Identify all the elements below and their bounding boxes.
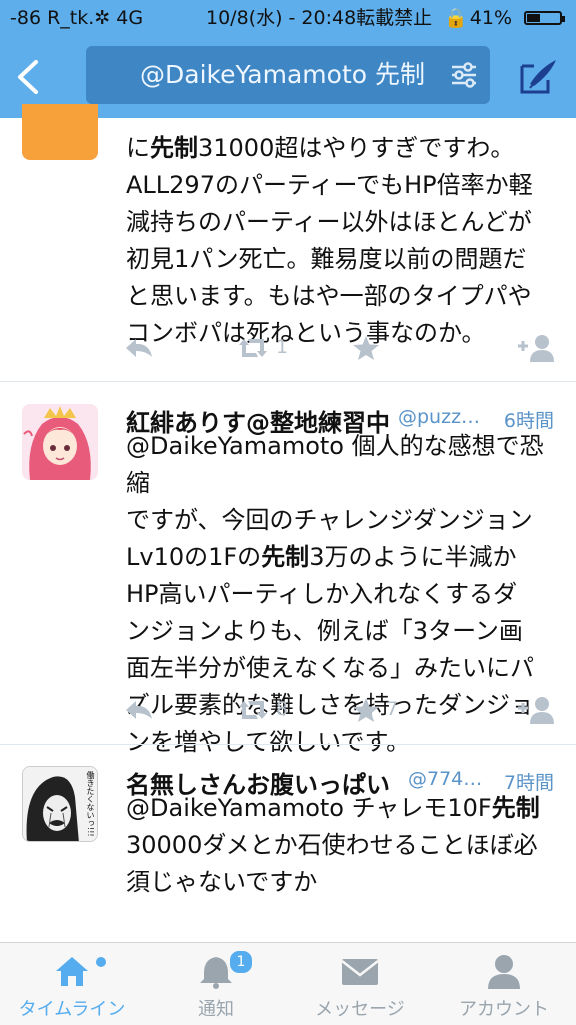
author-handle[interactable]: @puzz…	[398, 406, 480, 428]
tab-timeline[interactable]: タイムライン	[0, 943, 144, 1025]
battery-percent: 41%	[469, 7, 512, 29]
tweet-line: 30000ダメとか石使わせることほぼ必	[126, 831, 538, 859]
avatar[interactable]	[22, 104, 98, 160]
tab-account[interactable]: アカウント	[432, 943, 576, 1025]
reply-icon[interactable]	[124, 692, 154, 726]
tweet-line: ンを増やして欲しいです。	[126, 728, 411, 756]
tweet-actions: 1	[0, 330, 576, 364]
retweet-button[interactable]: 1	[236, 330, 288, 364]
envelope-icon	[341, 959, 379, 985]
tweet-line: 須じゃないですか	[126, 868, 318, 896]
lock-icon: 🔒	[444, 7, 468, 29]
home-icon	[56, 957, 88, 986]
tweet-line: 面左半分が使えなくなる」みたいにパ	[126, 654, 534, 682]
tweet-line: ンジョンよりも、例えば「3ターン画	[126, 617, 523, 645]
top-bar: -86 R_tk.✲ 4G 10/8(水) - 20:48転載禁止 🔒 41% …	[0, 0, 576, 118]
battery-icon	[524, 11, 565, 25]
tweet-line: ALL297のパーティーでもHP倍率か軽	[126, 171, 533, 199]
tweet-line: Lv10の1Fの先制3万のように半減か	[126, 543, 517, 571]
tweet-text: に先制31000超はやりすぎですわ。 ALL297のパーティーでもHP倍率か軽 …	[126, 130, 556, 352]
retweet-button[interactable]: 8	[236, 692, 288, 726]
follow-icon[interactable]	[516, 330, 556, 364]
avatar-caption: 働きたくないっ!!!	[86, 771, 95, 837]
avatar[interactable]: 働きたくないっ!!!	[22, 766, 98, 842]
retweet-icon	[239, 338, 267, 357]
tweet-line: と思います。もはや一部のタイプパや	[126, 282, 532, 310]
sliders-icon[interactable]	[450, 61, 478, 89]
compose-icon[interactable]	[518, 56, 560, 96]
tweet-line: HP高いパーティしか入れなくするダ	[126, 580, 518, 608]
reply-icon[interactable]	[124, 330, 154, 364]
tweet-line: 初見1パン死亡。難易度以前の問題だ	[126, 245, 527, 273]
person-icon	[488, 955, 520, 989]
tab-bar: タイムライン 1 通知 メッセージ アカウント	[0, 942, 576, 1025]
status-datetime: 10/8(水) - 20:48転載禁止	[206, 7, 433, 29]
tweet-actions: 8 7	[0, 692, 576, 726]
star-icon	[353, 697, 379, 722]
avatar[interactable]	[22, 404, 98, 480]
divider	[0, 744, 576, 745]
tweet-line: @DaikeYamamoto 個人的な感想で恐縮	[126, 432, 544, 497]
favorite-button[interactable]: 7	[352, 692, 398, 726]
tweet-line	[126, 901, 556, 938]
retweet-count: 1	[276, 336, 289, 358]
tweet-line: 減持ちのパーティー以外はほとんどが	[126, 208, 532, 236]
search-field[interactable]: @DaikeYamamoto 先制	[86, 46, 490, 104]
new-dot	[96, 957, 106, 967]
notification-badge: 1	[228, 949, 254, 975]
tab-label: 通知	[198, 999, 234, 1020]
follow-icon[interactable]	[516, 692, 556, 726]
retweet-icon	[239, 700, 267, 719]
tab-label: アカウント	[459, 999, 549, 1020]
search-query[interactable]: @DaikeYamamoto 先制	[140, 46, 440, 104]
tab-messages[interactable]: メッセージ	[288, 943, 432, 1025]
author-handle[interactable]: @774…	[408, 768, 482, 790]
tweet-line: ですが、今回のチャレンジダンジョン	[126, 506, 533, 534]
tab-notifications[interactable]: 1 通知	[144, 943, 288, 1025]
chevron-left-icon[interactable]	[14, 58, 44, 96]
star-icon[interactable]	[352, 330, 380, 364]
retweet-count: 8	[276, 698, 289, 720]
tab-label: タイムライン	[18, 999, 126, 1020]
tweet-line: @DaikeYamamoto チャレモ10F先制	[126, 794, 540, 822]
tab-label: メッセージ	[315, 999, 405, 1020]
favorite-count: 7	[386, 698, 399, 720]
status-bar: -86 R_tk.✲ 4G 10/8(水) - 20:48転載禁止 🔒 41%	[0, 0, 576, 36]
divider	[0, 381, 576, 382]
carrier-signal: -86 R_tk.✲ 4G	[10, 7, 144, 29]
tweet-line: に先制31000超はやりすぎですわ。	[126, 134, 515, 162]
